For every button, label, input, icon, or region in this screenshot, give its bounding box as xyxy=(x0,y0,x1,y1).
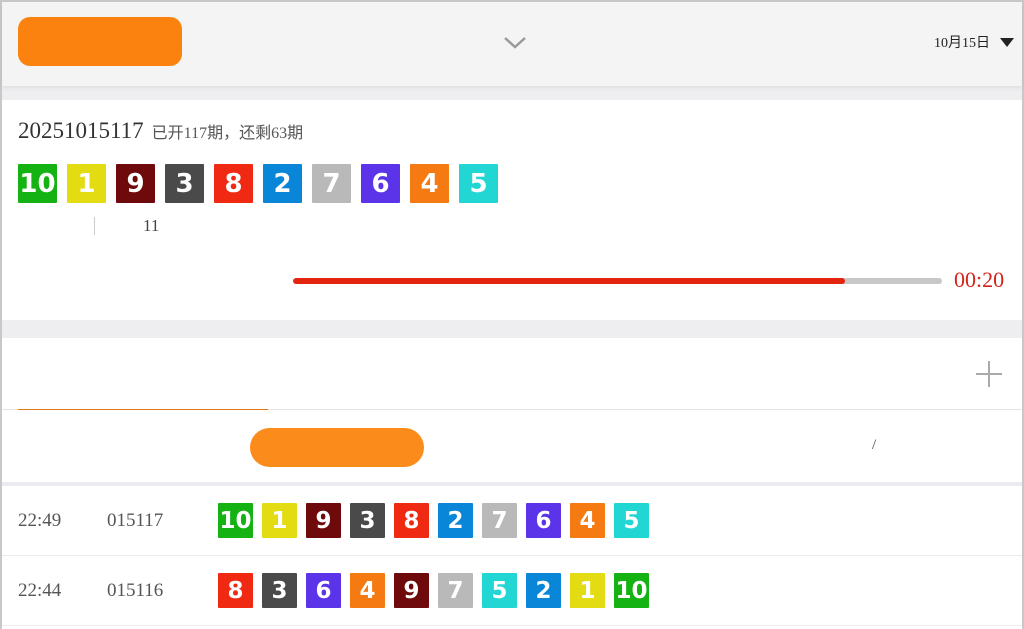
row-time: 22:49 xyxy=(18,510,62,531)
number-ball: 7 xyxy=(438,573,473,608)
number-ball: 2 xyxy=(438,503,473,538)
chevron-down-icon xyxy=(504,37,526,49)
number-ball: 10 xyxy=(614,573,649,608)
row-issue: 015116 xyxy=(107,580,164,601)
stat-value: 11 xyxy=(143,216,160,235)
number-ball: 10 xyxy=(18,164,57,203)
triangle-down-icon xyxy=(1000,37,1014,47)
number-ball: 4 xyxy=(410,164,449,203)
number-ball: 1 xyxy=(570,573,605,608)
current-draw-panel: 20251015117 已开117期，还剩63期 10 1 9 3 8 2 7 6 4 5 11 … xyxy=(2,100,1022,320)
number-ball: 3 xyxy=(350,503,385,538)
view-toggle-c[interactable]: / xyxy=(872,437,876,454)
countdown-progress-bar xyxy=(293,278,942,284)
number-ball: 6 xyxy=(526,503,561,538)
date-label: 10月15日 xyxy=(934,36,990,51)
number-ball: 7 xyxy=(482,503,517,538)
number-ball: 1 xyxy=(67,164,106,203)
number-ball: 3 xyxy=(165,164,204,203)
lottery-selector[interactable] xyxy=(496,26,528,58)
issue-info: 已开117期，还剩63期 xyxy=(151,125,304,142)
divider xyxy=(94,217,95,235)
number-ball: 4 xyxy=(350,573,385,608)
table-row: 22:44 015116 8 3 6 4 9 7 5 2 1 10 xyxy=(2,556,1022,626)
number-ball: 9 xyxy=(306,503,341,538)
top-header: 10月15日 xyxy=(2,2,1022,86)
number-ball: 6 xyxy=(361,164,400,203)
tab-bar xyxy=(2,338,1022,410)
current-balls: 10 1 9 3 8 2 7 6 4 5 xyxy=(18,164,498,203)
issue-number: 20251015117 xyxy=(18,118,144,143)
number-ball: 2 xyxy=(526,573,561,608)
number-ball: 4 xyxy=(570,503,605,538)
history-panel: / 22:49 015117 10 1 9 3 8 2 7 6 4 5 22:44 015116 … xyxy=(2,338,1022,629)
number-ball: 9 xyxy=(116,164,155,203)
row-time: 22:44 xyxy=(18,580,62,601)
number-ball: 6 xyxy=(306,573,341,608)
number-ball: 8 xyxy=(218,573,253,608)
view-toggle-active[interactable] xyxy=(250,428,424,467)
number-ball: 1 xyxy=(262,503,297,538)
date-selector[interactable]: 10月15日 xyxy=(934,32,1014,52)
number-ball: 5 xyxy=(482,573,517,608)
number-ball: 7 xyxy=(312,164,351,203)
row-issue: 015117 xyxy=(107,510,164,531)
number-ball: 5 xyxy=(614,503,649,538)
table-row: 22:49 015117 10 1 9 3 8 2 7 6 4 5 xyxy=(2,486,1022,556)
number-ball: 10 xyxy=(218,503,253,538)
tab-0[interactable] xyxy=(18,338,268,410)
tab-1[interactable] xyxy=(332,338,532,410)
number-ball: 8 xyxy=(214,164,253,203)
number-ball: 9 xyxy=(394,573,429,608)
countdown-time: 00:20 xyxy=(954,267,1005,292)
column-header: / xyxy=(2,410,1022,482)
number-ball: 5 xyxy=(459,164,498,203)
plus-icon[interactable] xyxy=(974,359,1004,389)
tab-2[interactable] xyxy=(624,338,824,410)
number-ball: 2 xyxy=(263,164,302,203)
countdown-progress-fill xyxy=(293,278,845,284)
number-ball: 8 xyxy=(394,503,429,538)
issue-heading: 20251015117 已开117期，还剩63期 xyxy=(18,118,303,144)
row-balls: 10 1 9 3 8 2 7 6 4 5 xyxy=(218,503,649,538)
stats-line: 11 xyxy=(18,215,207,237)
row-balls: 8 3 6 4 9 7 5 2 1 10 xyxy=(218,573,649,608)
number-ball: 3 xyxy=(262,573,297,608)
header-action-button[interactable] xyxy=(18,17,182,66)
